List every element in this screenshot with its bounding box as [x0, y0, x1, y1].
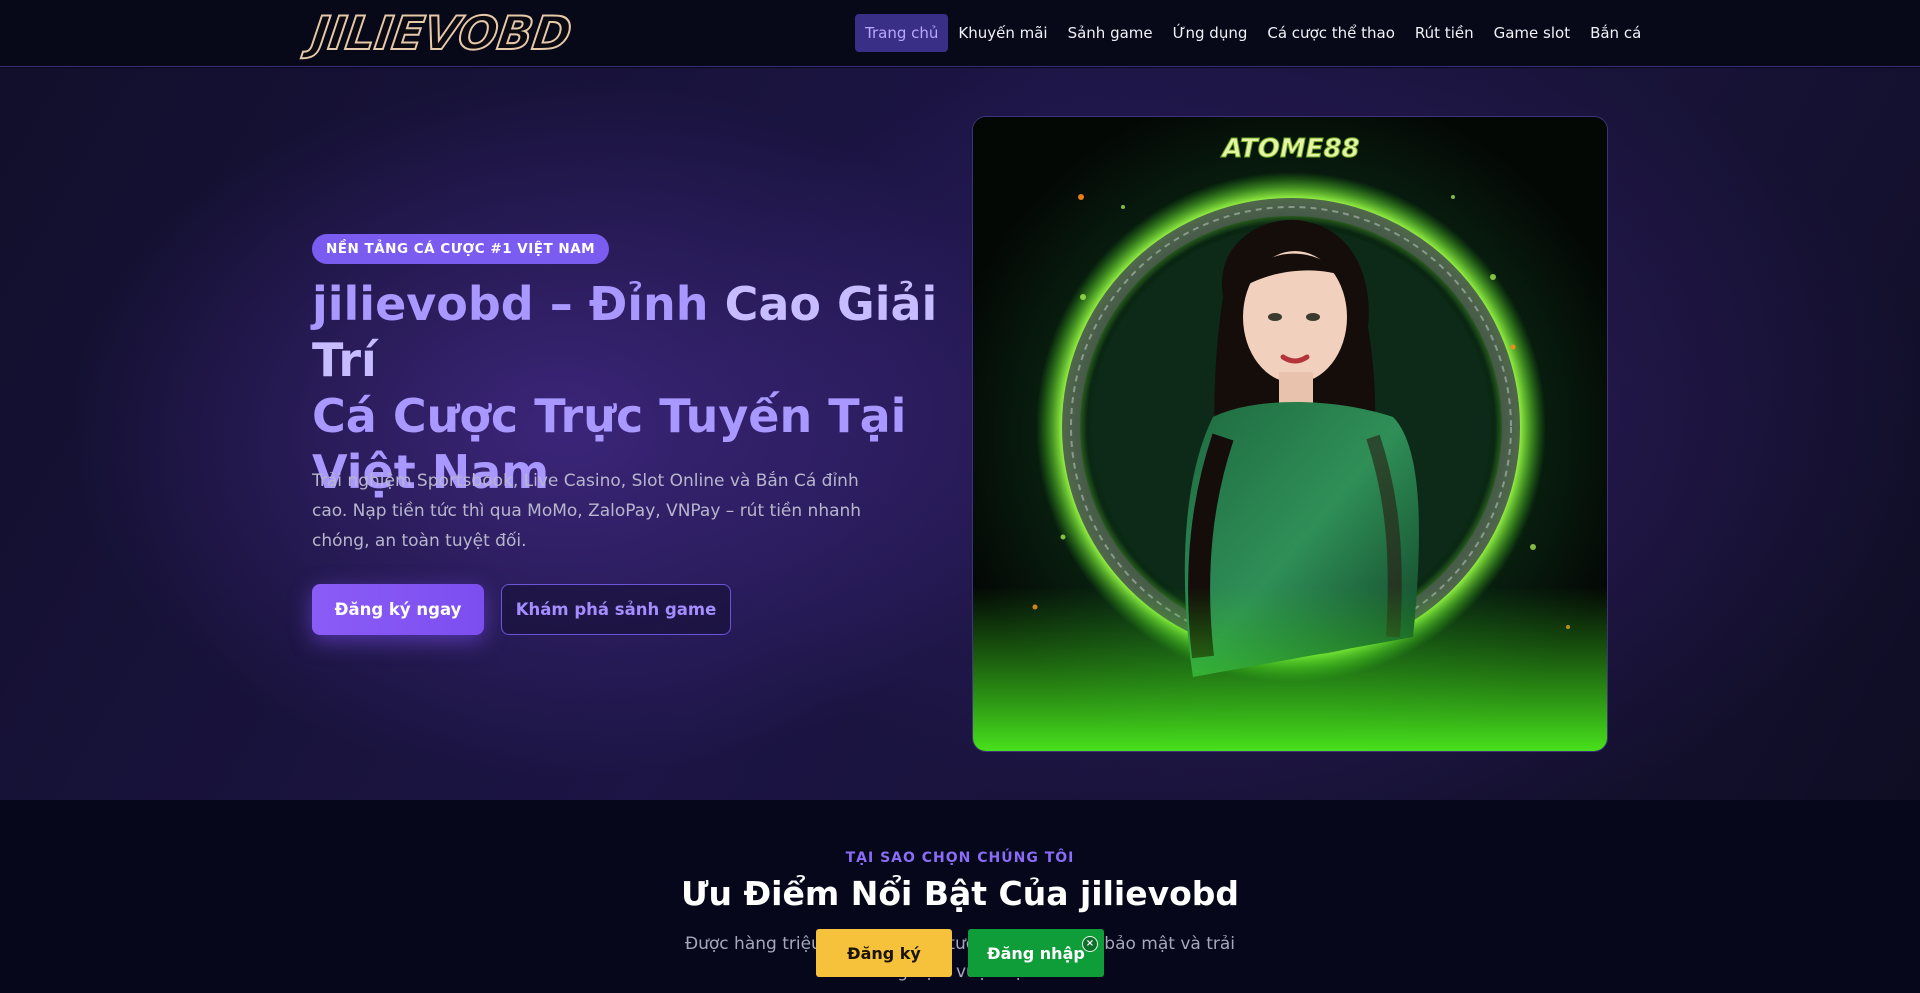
- main-nav: Trang chủ Khuyến mãi Sảnh game Ứng dụng …: [855, 14, 1651, 52]
- hero-description: Trải nghiệm Sportsbook, Live Casino, Slo…: [312, 471, 862, 551]
- explore-games-button[interactable]: Khám phá sảnh game: [501, 584, 731, 635]
- hero-image: ATOME88: [972, 116, 1608, 752]
- hero-badge: NỀN TẢNG CÁ CƯỢC #1 VIỆT NAM: [312, 234, 610, 264]
- nav-item-slot-games[interactable]: Game slot: [1484, 14, 1580, 52]
- close-icon[interactable]: ×: [1082, 936, 1098, 952]
- nav-item-game-lobby[interactable]: Sảnh game: [1058, 14, 1163, 52]
- nav-item-promotions[interactable]: Khuyến mãi: [948, 14, 1057, 52]
- register-now-button[interactable]: Đăng ký ngay: [312, 584, 484, 635]
- nav-item-app[interactable]: Ứng dụng: [1163, 14, 1258, 52]
- hero-title-part: Cá Cược Trực Tuyến Tại: [312, 389, 907, 443]
- sticky-register-button[interactable]: Đăng ký: [816, 929, 952, 977]
- features-section: TẠI SAO CHỌN CHÚNG TÔI Ưu Điểm Nổi Bật C…: [0, 800, 1920, 993]
- site-logo[interactable]: JILIEVOBD: [307, 5, 576, 61]
- sticky-login-button[interactable]: Đăng nhập: [968, 929, 1104, 977]
- site-header: JILIEVOBD Trang chủ Khuyến mãi Sảnh game…: [0, 0, 1920, 67]
- nav-item-home[interactable]: Trang chủ: [855, 14, 949, 52]
- features-eyebrow: TẠI SAO CHỌN CHÚNG TÔI: [845, 850, 1075, 866]
- nav-item-fishing[interactable]: Bắn cá: [1580, 14, 1651, 52]
- features-title: Ưu Điểm Nổi Bật Của jilievobd: [680, 874, 1240, 913]
- hero-title-part: jilievobd – Đỉnh: [312, 277, 725, 331]
- nav-item-withdraw[interactable]: Rút tiền: [1405, 14, 1484, 52]
- nav-item-sports-betting[interactable]: Cá cược thể thao: [1257, 14, 1405, 52]
- features-description: Được hàng triệu người chơi tin tưởng nhờ…: [684, 934, 1236, 982]
- image-brand-text: ATOME88: [1220, 134, 1359, 164]
